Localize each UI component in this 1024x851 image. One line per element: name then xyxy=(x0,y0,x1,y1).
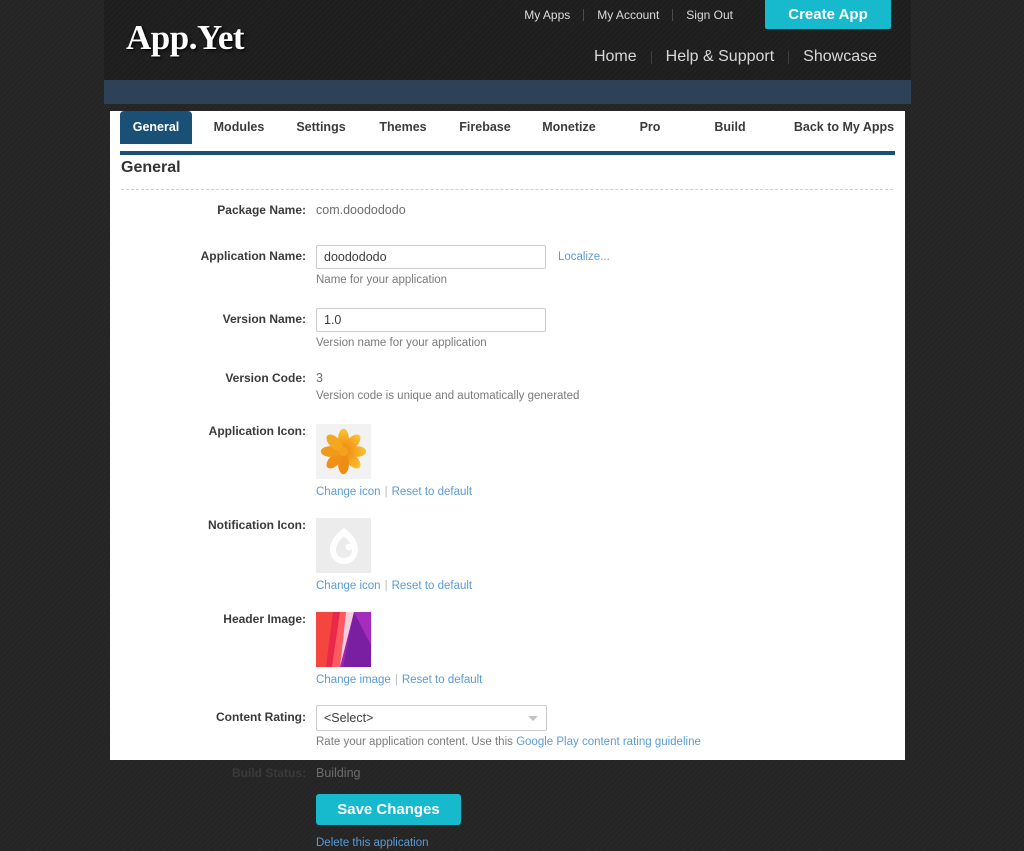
field-package-name: com.doodododo xyxy=(316,203,905,217)
tab-underline xyxy=(120,151,895,155)
flower-icon xyxy=(320,428,367,475)
helper-content-rating-text: Rate your application content. Use this xyxy=(316,736,517,748)
top-utility-nav: My Apps My Account Sign Out xyxy=(511,8,746,22)
row-notification-icon: Notification Icon: Change icon | Reset to … xyxy=(110,518,905,592)
notification-icon-actions: Change icon | Reset to default xyxy=(316,580,905,592)
content-rating-select[interactable]: <Select> xyxy=(316,705,547,731)
application-icon-actions: Change icon | Reset to default xyxy=(316,486,905,498)
field-content-rating: <Select> Rate your application content. … xyxy=(316,705,905,748)
tab-build[interactable]: Build xyxy=(698,111,762,144)
value-version-code: 3 xyxy=(316,371,323,385)
tab-monetize[interactable]: Monetize xyxy=(530,111,608,144)
label-notification-icon: Notification Icon: xyxy=(208,518,306,532)
label-header-image: Header Image: xyxy=(223,612,306,626)
link-separator: | xyxy=(384,486,388,498)
top-link-my-account[interactable]: My Account xyxy=(584,8,672,22)
reset-application-icon-link[interactable]: Reset to default xyxy=(392,486,473,498)
general-settings-form: Package Name: com.doodododo Application … xyxy=(110,203,905,851)
change-header-image-link[interactable]: Change image xyxy=(316,674,391,686)
save-changes-button[interactable]: Save Changes xyxy=(316,794,461,825)
row-application-name: Application Name: Localize... Name for y… xyxy=(110,245,905,286)
row-header-image: Header Image: Change image | Reset to de… xyxy=(110,612,905,686)
localize-link[interactable]: Localize... xyxy=(558,251,610,263)
tab-back-to-my-apps[interactable]: Back to My Apps xyxy=(785,111,903,144)
chevron-down-icon xyxy=(528,716,538,721)
row-content-rating: Content Rating: <Select> Rate your appli… xyxy=(110,705,905,748)
label-build-status: Build Status: xyxy=(232,766,306,780)
create-app-button[interactable]: Create App xyxy=(765,0,891,29)
version-name-input[interactable] xyxy=(316,308,546,332)
helper-version-name: Version name for your application xyxy=(316,337,487,349)
field-notification-icon: Change icon | Reset to default xyxy=(316,518,905,592)
field-version-code: 3 Version code is unique and automatical… xyxy=(316,371,905,402)
field-form-actions: Save Changes Delete this application xyxy=(316,794,905,851)
field-version-name: Version name for your application xyxy=(316,308,905,349)
row-application-icon: Application Icon: Change icon | Reset to… xyxy=(110,424,905,498)
value-package-name: com.doodododo xyxy=(316,203,406,217)
row-form-actions: Save Changes Delete this application xyxy=(110,794,905,851)
row-package-name: Package Name: com.doodododo xyxy=(110,203,905,217)
title-divider xyxy=(121,189,893,190)
page-wrapper: App.Yet My Apps My Account Sign Out Crea… xyxy=(104,0,911,849)
label-version-name: Version Name: xyxy=(222,312,306,326)
header-image-preview xyxy=(316,612,371,667)
tab-strip: General Modules Settings Themes Firebase… xyxy=(120,111,895,144)
row-version-code: Version Code: 3 Version code is unique a… xyxy=(110,371,905,402)
content-rating-selected-value: <Select> xyxy=(324,711,374,725)
row-version-name: Version Name: Version name for your appl… xyxy=(110,308,905,349)
row-build-status: Build Status: Building xyxy=(110,766,905,780)
content-panel: General Modules Settings Themes Firebase… xyxy=(110,111,905,849)
label-content-rating: Content Rating: xyxy=(216,710,306,724)
change-application-icon-link[interactable]: Change icon xyxy=(316,486,381,498)
tab-modules[interactable]: Modules xyxy=(202,111,276,144)
main-nav: Home Help & Support Showcase xyxy=(580,47,891,67)
change-notification-icon-link[interactable]: Change icon xyxy=(316,580,381,592)
field-build-status: Building xyxy=(316,766,905,780)
nav-link-home[interactable]: Home xyxy=(580,47,651,67)
nav-link-showcase[interactable]: Showcase xyxy=(789,47,891,67)
helper-version-code: Version code is unique and automatically… xyxy=(316,390,580,402)
field-application-icon: Change icon | Reset to default xyxy=(316,424,905,498)
material-abstract-image xyxy=(316,612,371,667)
label-application-name: Application Name: xyxy=(200,249,306,263)
reset-header-image-link[interactable]: Reset to default xyxy=(402,674,483,686)
tab-general[interactable]: General xyxy=(120,111,192,144)
field-application-name: Localize... Name for your application xyxy=(316,245,905,286)
page-title: General xyxy=(121,159,181,176)
link-separator: | xyxy=(394,674,398,686)
status-badge: Building xyxy=(316,766,361,780)
navy-divider-band xyxy=(104,80,911,104)
helper-content-rating: Rate your application content. Use this … xyxy=(316,736,905,748)
google-play-rating-guideline-link[interactable]: Google Play content rating guideline xyxy=(516,736,701,748)
field-header-image: Change image | Reset to default xyxy=(316,612,905,686)
reset-notification-icon-link[interactable]: Reset to default xyxy=(392,580,473,592)
notification-icon-preview xyxy=(316,518,371,573)
nav-link-help-support[interactable]: Help & Support xyxy=(652,47,789,67)
tab-themes[interactable]: Themes xyxy=(366,111,440,144)
label-version-code: Version Code: xyxy=(225,371,306,385)
tab-settings[interactable]: Settings xyxy=(284,111,358,144)
helper-application-name: Name for your application xyxy=(316,274,448,286)
header-image-actions: Change image | Reset to default xyxy=(316,674,905,686)
application-icon-preview xyxy=(316,424,371,479)
tab-firebase[interactable]: Firebase xyxy=(448,111,522,144)
site-logo[interactable]: App.Yet xyxy=(126,18,245,58)
label-package-name: Package Name: xyxy=(217,203,306,217)
flame-icon xyxy=(329,527,358,564)
application-name-input[interactable] xyxy=(316,245,546,269)
delete-application-link[interactable]: Delete this application xyxy=(316,837,429,849)
top-link-sign-out[interactable]: Sign Out xyxy=(673,8,746,22)
link-separator: | xyxy=(384,580,388,592)
label-application-icon: Application Icon: xyxy=(208,424,306,438)
tab-pro[interactable]: Pro xyxy=(620,111,680,144)
top-link-my-apps[interactable]: My Apps xyxy=(511,8,583,22)
site-header: App.Yet My Apps My Account Sign Out Crea… xyxy=(104,0,911,80)
